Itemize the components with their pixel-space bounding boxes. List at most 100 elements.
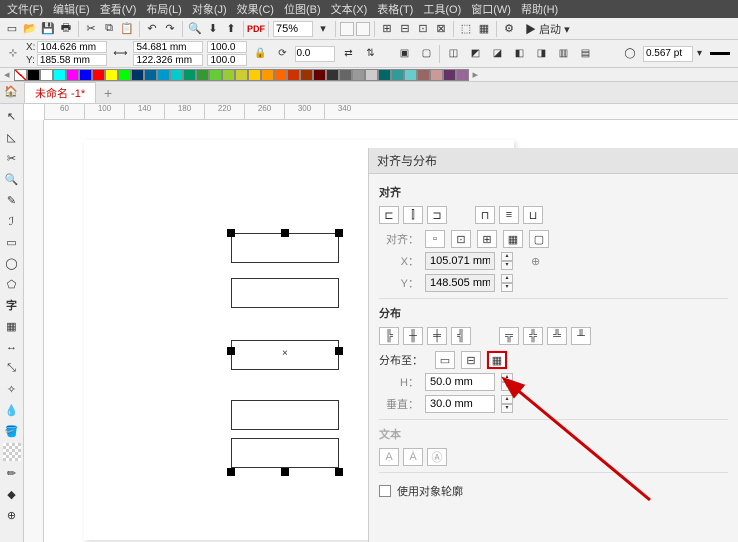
align-icon[interactable]: ⊞ xyxy=(379,21,395,37)
color-swatch[interactable] xyxy=(339,69,352,81)
chevron-down-icon[interactable]: ▾ xyxy=(697,48,702,59)
menu-object[interactable]: 对象(J) xyxy=(187,0,232,18)
new-icon[interactable]: ▭ xyxy=(4,21,20,37)
selection-handle[interactable] xyxy=(335,229,343,237)
snap2-icon[interactable] xyxy=(356,22,370,36)
shape-tool-icon[interactable]: ◺ xyxy=(3,128,21,146)
scale-y-input[interactable] xyxy=(207,54,247,66)
zoom-tool-icon[interactable]: 🔍 xyxy=(3,170,21,188)
rectangle-tool-icon[interactable]: ▭ xyxy=(3,233,21,251)
menu-view[interactable]: 查看(V) xyxy=(95,0,142,18)
selection-handle[interactable] xyxy=(281,468,289,476)
mirror-h-icon[interactable]: ⇄ xyxy=(339,45,357,63)
color-swatch[interactable] xyxy=(261,69,274,81)
effects-tool-icon[interactable]: ✧ xyxy=(3,380,21,398)
snap-icon[interactable] xyxy=(340,22,354,36)
dist-to-spacing-icon[interactable]: ▦ xyxy=(487,351,507,369)
polygon-tool-icon[interactable]: ⬠ xyxy=(3,275,21,293)
color-swatch[interactable] xyxy=(430,69,443,81)
color-swatch[interactable] xyxy=(456,69,469,81)
menu-file[interactable]: 文件(F) xyxy=(2,0,48,18)
selection-handle[interactable] xyxy=(281,229,289,237)
align-bottom-icon[interactable]: ⊔ xyxy=(523,206,543,224)
color-swatch[interactable] xyxy=(131,69,144,81)
align3-icon[interactable]: ⊡ xyxy=(415,21,431,37)
use-outline-checkbox[interactable]: 使用对象轮廓 xyxy=(379,483,728,499)
checkbox-box-icon[interactable] xyxy=(379,485,391,497)
align-left-icon[interactable]: ⊏ xyxy=(379,206,399,224)
align-x-input[interactable] xyxy=(425,252,495,270)
selection-handle[interactable] xyxy=(227,347,235,355)
height-input[interactable] xyxy=(133,54,203,66)
selection-handle[interactable] xyxy=(335,347,343,355)
color-swatch[interactable] xyxy=(274,69,287,81)
menu-bitmap[interactable]: 位图(B) xyxy=(279,0,326,18)
color-swatch[interactable] xyxy=(40,69,53,81)
transparency-tool-icon[interactable] xyxy=(3,443,21,461)
artistic-tool-icon[interactable]: ℐ xyxy=(3,212,21,230)
pdf-icon[interactable]: PDF xyxy=(248,21,264,37)
palette-prev-icon[interactable]: ◂ xyxy=(4,68,10,81)
home-icon[interactable]: 🏠 xyxy=(4,85,20,101)
back-minus-icon[interactable]: ▥ xyxy=(554,45,572,63)
align-to-page-edge-icon[interactable]: ⊞ xyxy=(477,230,497,248)
dist-to-page-icon[interactable]: ⊟ xyxy=(461,351,481,369)
color-swatch[interactable] xyxy=(27,69,40,81)
color-swatch[interactable] xyxy=(196,69,209,81)
freehand-tool-icon[interactable]: ✎ xyxy=(3,191,21,209)
color-swatch[interactable] xyxy=(144,69,157,81)
line-style-swatch[interactable] xyxy=(710,52,730,55)
crop-tool-icon[interactable]: ✂ xyxy=(3,149,21,167)
align-center-h-icon[interactable]: ⫿ xyxy=(403,206,423,224)
step-up-icon[interactable]: ▴ xyxy=(501,252,513,261)
align-y-input[interactable] xyxy=(425,274,495,292)
step-down-icon[interactable]: ▾ xyxy=(501,404,513,413)
color-swatch[interactable] xyxy=(209,69,222,81)
dist-center-h-icon[interactable]: ╫ xyxy=(403,327,423,345)
text-tool-icon[interactable]: 字 xyxy=(3,296,21,314)
width-input[interactable] xyxy=(133,41,203,53)
color-swatch[interactable] xyxy=(105,69,118,81)
options-icon[interactable]: ⚙ xyxy=(501,21,517,37)
y-position-input[interactable] xyxy=(37,54,107,66)
color-swatch[interactable] xyxy=(326,69,339,81)
front-icon[interactable]: ▣ xyxy=(395,45,413,63)
color-swatch[interactable] xyxy=(352,69,365,81)
undo-icon[interactable]: ↶ xyxy=(144,21,160,37)
menu-edit[interactable]: 编辑(E) xyxy=(48,0,95,18)
color-swatch[interactable] xyxy=(287,69,300,81)
zoom-input[interactable] xyxy=(273,21,313,37)
copy-icon[interactable]: ⧉ xyxy=(101,21,117,37)
menu-table[interactable]: 表格(T) xyxy=(372,0,418,18)
step-down-icon[interactable]: ▾ xyxy=(501,283,513,292)
color-swatch[interactable] xyxy=(365,69,378,81)
step-up-icon[interactable]: ▴ xyxy=(501,373,513,382)
dist-right-icon[interactable]: ╣ xyxy=(451,327,471,345)
chevron-down-icon[interactable]: ▾ xyxy=(315,21,331,37)
eyedropper-tool-icon[interactable]: 💧 xyxy=(3,401,21,419)
color-swatch[interactable] xyxy=(391,69,404,81)
boundary-icon[interactable]: ▤ xyxy=(576,45,594,63)
cut-icon[interactable]: ✂ xyxy=(83,21,99,37)
color-swatch[interactable] xyxy=(183,69,196,81)
scale-x-input[interactable] xyxy=(207,41,247,53)
selection-handle[interactable] xyxy=(335,468,343,476)
menu-window[interactable]: 窗口(W) xyxy=(466,0,516,18)
color-swatch[interactable] xyxy=(66,69,79,81)
color-swatch[interactable] xyxy=(248,69,261,81)
export-icon[interactable]: ⬆ xyxy=(223,21,239,37)
dist-center-v-icon[interactable]: ╬ xyxy=(523,327,543,345)
ellipse-tool-icon[interactable]: ◯ xyxy=(3,254,21,272)
color-swatch[interactable] xyxy=(79,69,92,81)
align-to-objects-icon[interactable]: ▫ xyxy=(425,230,445,248)
dist-h-input[interactable] xyxy=(425,373,495,391)
align-right-icon[interactable]: ⊐ xyxy=(427,206,447,224)
color-swatch[interactable] xyxy=(443,69,456,81)
search-icon[interactable]: 🔍 xyxy=(187,21,203,37)
mirror-v-icon[interactable]: ⇅ xyxy=(361,45,379,63)
import-icon[interactable]: ⬇ xyxy=(205,21,221,37)
intersect-icon[interactable]: ◪ xyxy=(488,45,506,63)
pick-tool-icon[interactable]: ↖ xyxy=(3,107,21,125)
color-swatch[interactable] xyxy=(417,69,430,81)
align2-icon[interactable]: ⊟ xyxy=(397,21,413,37)
